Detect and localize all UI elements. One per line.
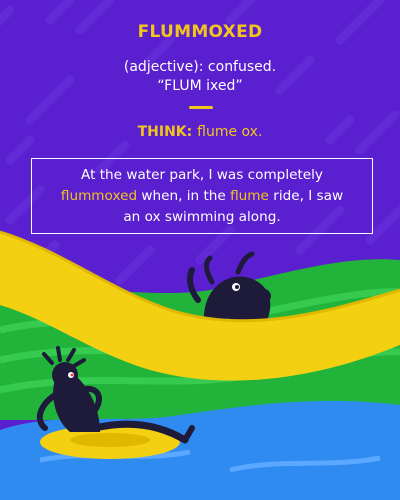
pronunciation: “FLUM ixed” — [157, 78, 243, 94]
highlight-flume: flume — [230, 187, 269, 204]
think-label: THINK: — [137, 124, 193, 140]
example-sentence-box: At the water park, I was completely flumm… — [31, 158, 373, 234]
vocabulary-word: FLUMMOXED — [137, 22, 263, 42]
definition-block: (adjective): confused. “FLUM ixed” — [0, 58, 400, 96]
part-of-speech-definition: (adjective): confused. — [123, 59, 277, 75]
sentence-part: At the water park, I was completely — [81, 166, 323, 183]
sentence-part: ride, I saw — [268, 187, 344, 204]
sentence-part: when, in the — [137, 187, 231, 204]
sentence-part: an ox swimming along. — [123, 208, 281, 225]
think-hint: THINK: flume ox. — [0, 124, 400, 140]
think-text: flume ox. — [197, 124, 263, 140]
example-sentence: At the water park, I was completely flumm… — [42, 165, 362, 228]
vocabulary-card: FLUMMOXED (adjective): confused. “FLUM i… — [0, 0, 400, 500]
highlight-flummoxed: flummoxed — [60, 187, 138, 204]
divider — [189, 106, 213, 109]
